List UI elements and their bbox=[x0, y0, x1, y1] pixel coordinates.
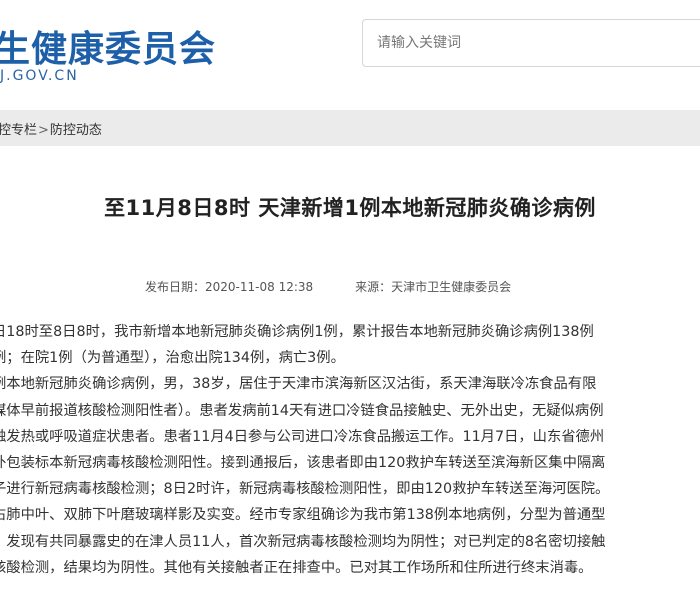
breadcrumb: 控专栏>防控动态 bbox=[0, 119, 102, 138]
content-line: 例；在院1例（为普通型），治愈出院134例，病亡3例。 bbox=[0, 350, 345, 367]
content-line: 日18时至8日8时，我市新增本地新冠肺炎确诊病例1例，累计报告本地新冠肺炎确诊病… bbox=[0, 324, 594, 340]
content-line: 例本地新冠肺炎确诊病例，男，38岁，居住于天津市滨海新区汉沽街，系天津海联冷冻食… bbox=[0, 376, 597, 393]
content-line: ，发现有共同暴露史的在津人员11人，首次新冠病毒核酸检测均为阴性；对已判定的8名… bbox=[0, 533, 606, 550]
content-line: 外包装标本新冠病毒核酸检测阳性。接到通报后，该患者即由120救护车转送至滨海新区… bbox=[0, 454, 606, 471]
breadcrumb-item-updates[interactable]: 防控动态 bbox=[50, 119, 102, 138]
source-value: 天津市卫生健康委员会 bbox=[391, 280, 512, 294]
site-title[interactable]: 生健康委员会 bbox=[0, 20, 216, 72]
breadcrumb-item-column[interactable]: 控专栏 bbox=[0, 119, 37, 138]
search-input[interactable] bbox=[363, 20, 700, 66]
breadcrumb-bar: 控专栏>防控动态 bbox=[0, 110, 700, 146]
content-line: 核酸检测，结果均为阴性。其他有关接触者正在排查中。已对其工作场所和住所进行终末消… bbox=[0, 559, 593, 576]
source-label: 来源： bbox=[355, 280, 392, 294]
publish-date: 2020-11-08 12:38 bbox=[205, 280, 314, 294]
content-line: 右肺中叶、双肺下叶磨玻璃样影及实变。经市专家组确诊为我市第138例本地病例，分型… bbox=[0, 507, 606, 524]
breadcrumb-separator: > bbox=[38, 123, 49, 138]
site-header: 生健康委员会 J.GOV.CN bbox=[0, 0, 700, 96]
publish-date-label: 发布日期： bbox=[145, 280, 206, 294]
article-content: 日18时至8日8时，我市新增本地新冠肺炎确诊病例1例，累计报告本地新冠肺炎确诊病… bbox=[0, 319, 700, 581]
content-line: 媒体早前报道核酸检测阳性者）。患者发病前14天有进口冷链食品接触史、无外出史，无… bbox=[0, 402, 604, 419]
article-title: 至11月8日8时 天津新增1例本地新冠肺炎确诊病例 bbox=[104, 196, 596, 220]
content-line: 子进行新冠病毒核酸检测；8日2时许，新冠病毒核酸检测阳性，即由120救护车转送至… bbox=[0, 481, 610, 498]
site-domain: J.GOV.CN bbox=[0, 68, 79, 84]
article-meta: 发布日期：2020-11-08 12:38 来源：天津市卫生健康委员会 bbox=[145, 278, 511, 295]
content-line: 触发热或呼吸道症状患者。患者11月4日参与公司进口冷冻食品搬运工作。11月7日，… bbox=[0, 428, 605, 445]
search-box[interactable] bbox=[362, 19, 700, 67]
